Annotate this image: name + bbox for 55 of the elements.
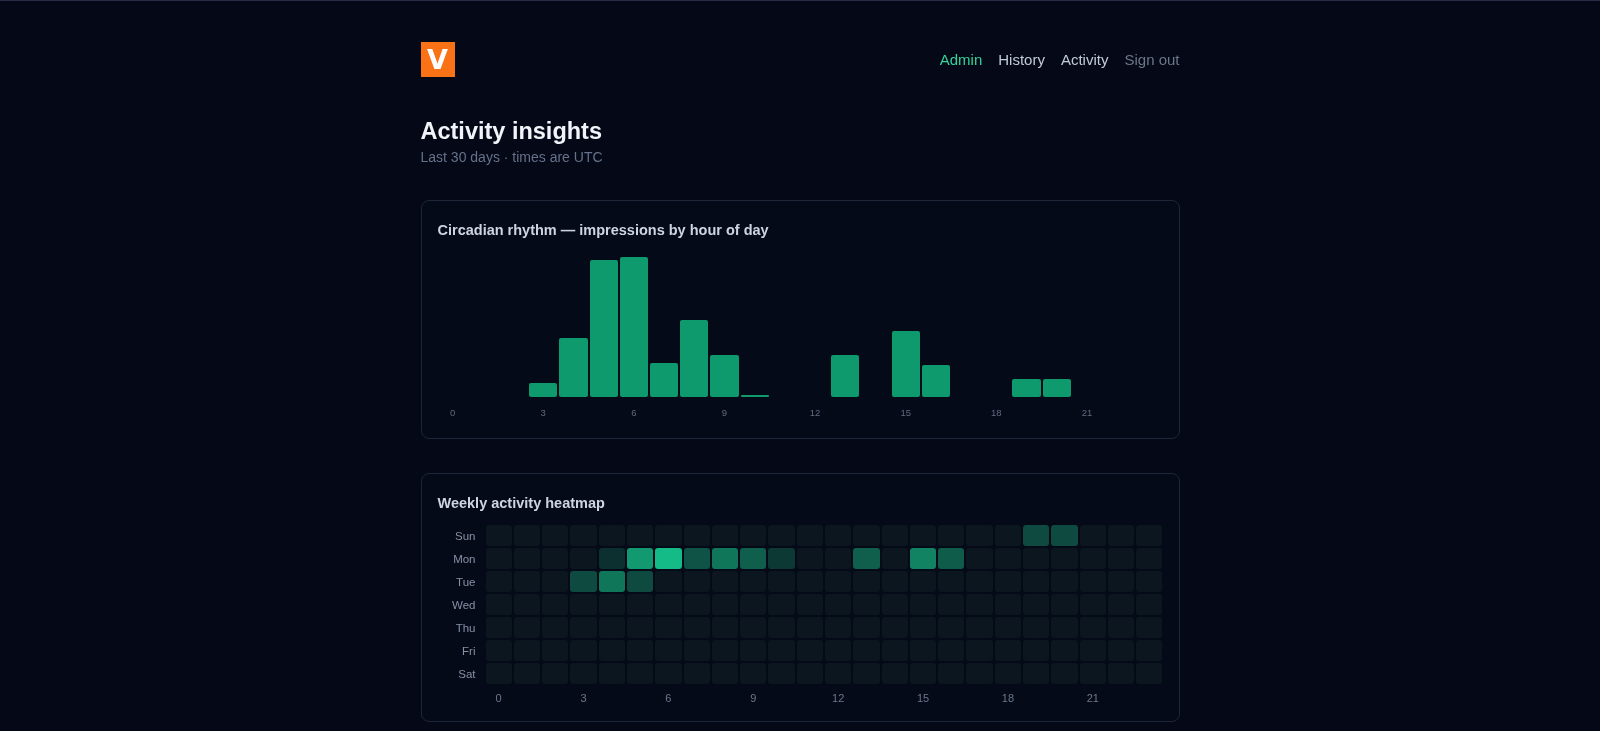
axis-label: 12: [832, 691, 845, 705]
heatmap-cell: [825, 548, 852, 569]
axis-label: 12: [809, 406, 821, 420]
axis-label: 15: [916, 691, 930, 705]
axis-label: 0: [495, 691, 502, 705]
day-label: Tue: [455, 575, 476, 588]
axis-label: 3: [580, 691, 587, 705]
axis-label: 18: [1001, 691, 1014, 705]
axis-label: 21: [1081, 406, 1093, 420]
day-label: Mon: [452, 552, 476, 565]
heatmap-cell: [542, 571, 569, 592]
heatmap-cell: [626, 571, 654, 592]
axis-label: 18: [991, 406, 1002, 420]
nav-link[interactable]: Admin: [939, 51, 983, 68]
heatmap-cell: [994, 525, 1022, 546]
nav-link[interactable]: Sign out: [1124, 51, 1180, 68]
heatmap-cell: [570, 571, 597, 592]
nav-link[interactable]: Activity: [1060, 51, 1109, 68]
nav-link[interactable]: History: [998, 51, 1045, 68]
bar: [831, 355, 860, 397]
heatmap-cell: [909, 548, 937, 569]
heatmap-cell: [626, 548, 654, 569]
axis-label: 6: [665, 691, 672, 705]
heatmap-cell: [1079, 525, 1106, 546]
axis-label: 9: [750, 691, 757, 705]
heatmap-cell: [598, 548, 625, 569]
heatmap-cell: [1051, 525, 1078, 546]
axis-label: 3: [540, 406, 546, 420]
bar: [1042, 378, 1071, 397]
day-label: Wed: [451, 598, 476, 611]
heatmap-cell: [740, 548, 767, 569]
day-label: Fri: [461, 644, 476, 657]
heatmap-cell: [853, 548, 880, 569]
axis-label: 21: [1086, 691, 1099, 705]
card-title: Circadian rhythm — impressions by hour of day: [437, 221, 770, 240]
axis-label: 0: [449, 406, 456, 420]
day-label: Sun: [454, 529, 476, 542]
axis-label: 9: [721, 406, 728, 420]
axis-label: 6: [631, 406, 637, 420]
page-title: Activity insights: [420, 117, 603, 146]
heatmap-cell: [711, 548, 739, 569]
heatmap-cell: [796, 548, 823, 569]
day-label: Sat: [457, 667, 476, 680]
heatmap-cell: [683, 548, 710, 569]
card-title: Weekly activity heatmap: [437, 494, 606, 513]
heatmap-cell: [938, 548, 965, 569]
page-subtitle: Last 30 days · times are UTC: [420, 148, 604, 166]
day-label: Thu: [454, 621, 476, 634]
heatmap-cell: [768, 548, 795, 569]
heatmap-cell: [598, 571, 625, 592]
bar: [1012, 378, 1041, 397]
heatmap-cell: [655, 548, 682, 569]
heatmap-cell: [1023, 525, 1050, 546]
axis-label: 15: [900, 406, 911, 420]
heatmap-cell: [881, 548, 908, 569]
